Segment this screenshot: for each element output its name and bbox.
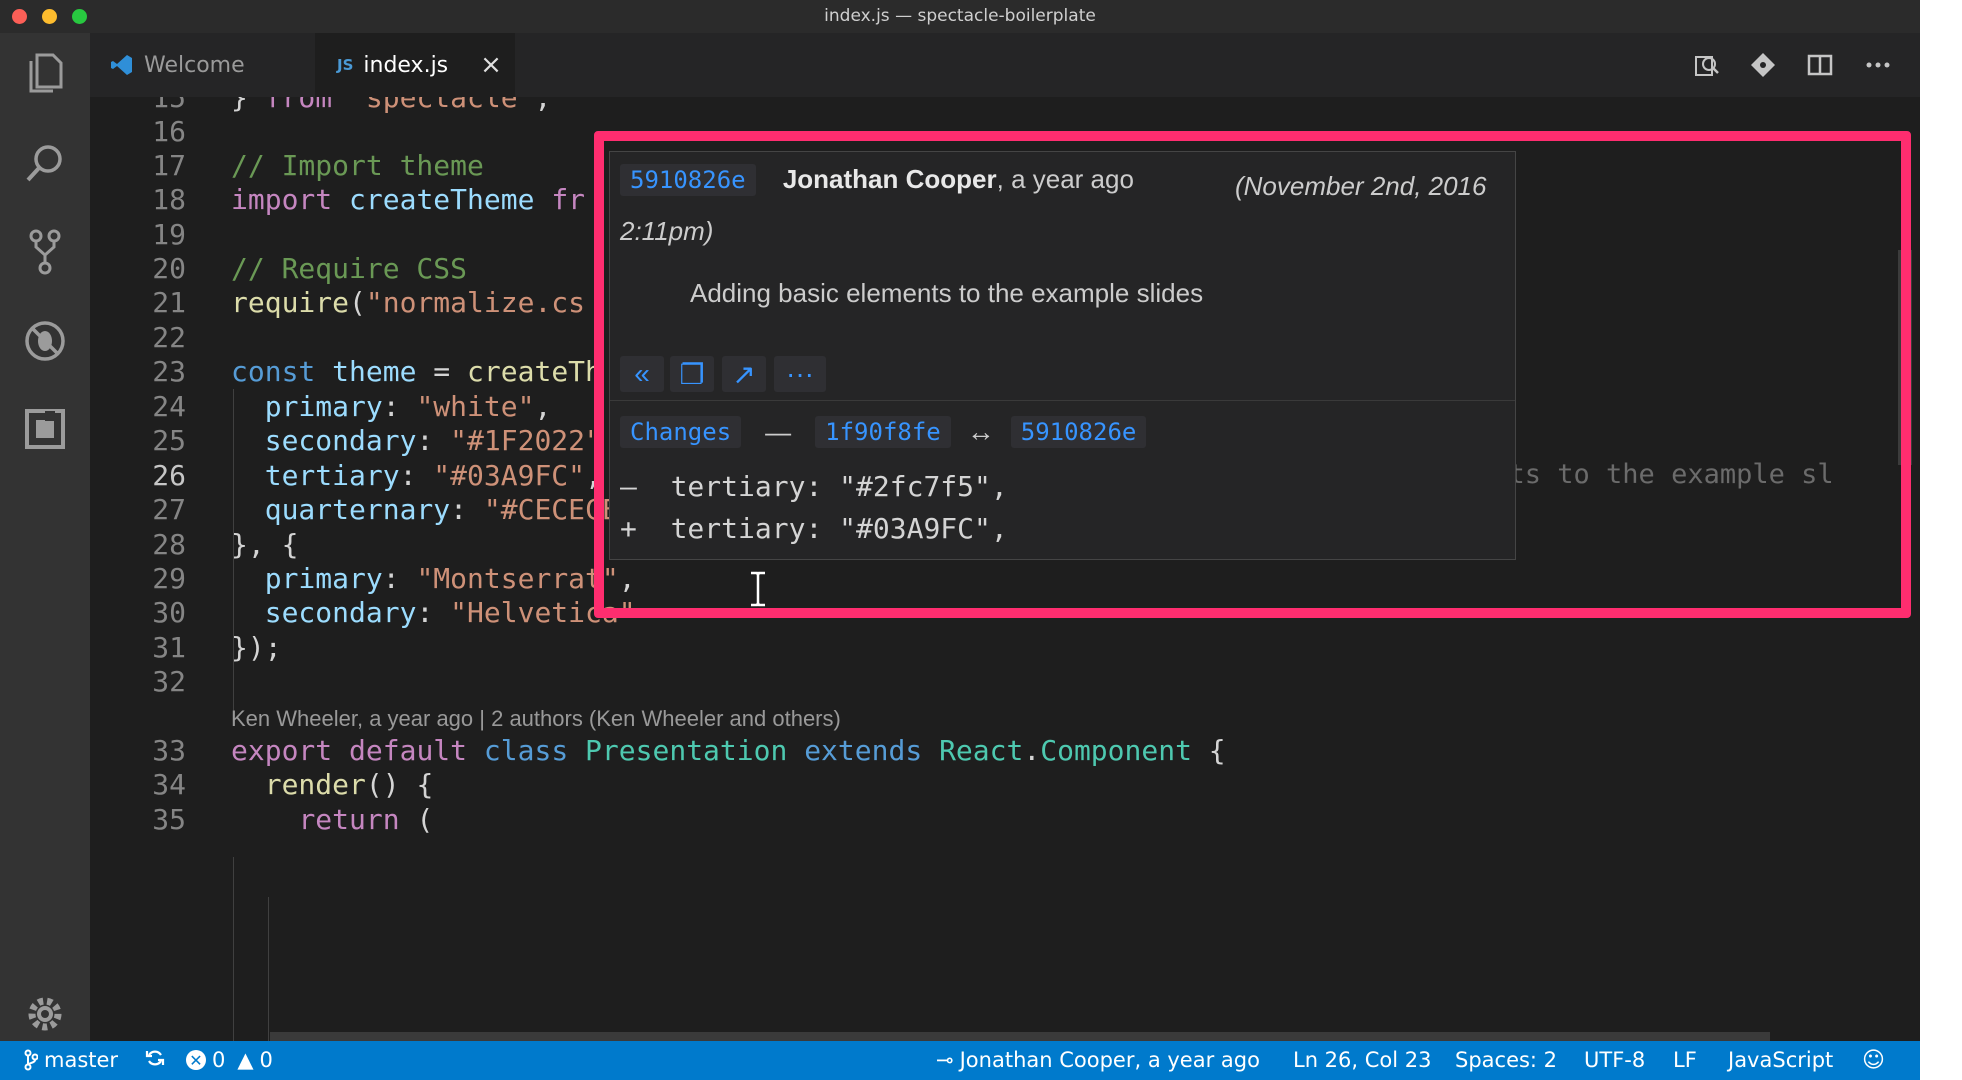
problems-indicator[interactable]: ✕ 0 ▲ 0	[186, 1048, 273, 1072]
js-file-icon: JS	[337, 56, 354, 74]
branch-indicator[interactable]: master	[24, 1048, 118, 1072]
settings-gear-icon[interactable]	[19, 988, 71, 1040]
tab-index-js-label: index.js	[363, 52, 449, 78]
line-number: 18	[152, 183, 186, 216]
editor-tab-bar: Welcome JS index.js ×	[90, 33, 1920, 97]
status-bar: master ✕ 0 ▲ 0 ⊸ Jonathan Cooper, a year…	[0, 1041, 1920, 1080]
open-on-remote-icon[interactable]: ↗	[722, 356, 766, 392]
line-number: 21	[152, 286, 186, 319]
encoding[interactable]: UTF-8	[1584, 1048, 1645, 1072]
line-number: 32	[152, 665, 186, 698]
feedback-smiley-icon[interactable]: ☺	[1862, 1048, 1885, 1073]
mouse-ibeam-cursor	[748, 571, 768, 614]
line-number: 20	[152, 252, 186, 285]
code-line: } from "spectacle";	[231, 97, 552, 114]
line-number: 33	[152, 734, 186, 767]
sync-icon[interactable]	[145, 1048, 165, 1068]
codelens-authors[interactable]: Ken Wheeler, a year ago | 2 authors (Ken…	[231, 706, 841, 732]
code-line: }, {	[231, 528, 299, 561]
line-number: 24	[152, 390, 186, 423]
end-of-line[interactable]: LF	[1673, 1048, 1697, 1072]
line-number: 29	[152, 562, 186, 595]
git-branch-icon	[24, 1049, 38, 1071]
window-title: index.js — spectacle-boilerplate	[824, 6, 1096, 26]
branch-name: master	[44, 1048, 119, 1072]
diff-line-removed: – tertiary: "#2fc7f5",	[620, 470, 1008, 503]
show-commit-details-button[interactable]: «	[620, 356, 664, 392]
code-line: import createTheme fr	[231, 183, 586, 216]
code-line: });	[231, 631, 282, 664]
debug-icon[interactable]	[19, 315, 71, 367]
code-line: export default class Presentation extend…	[231, 734, 1226, 767]
open-changes-link[interactable]: Changes	[620, 416, 742, 448]
line-number: 15	[152, 97, 186, 114]
code-line: quarternary: "#CECECE"	[264, 493, 636, 526]
tab-welcome-label: Welcome	[144, 52, 245, 78]
cursor-position[interactable]: Ln 26, Col 23	[1293, 1048, 1432, 1072]
split-editor-icon[interactable]	[1802, 47, 1838, 83]
indentation[interactable]: Spaces: 2	[1455, 1048, 1557, 1072]
previous-sha-link[interactable]: 1f90f8fe	[815, 416, 951, 448]
tab-close-icon[interactable]: ×	[480, 50, 502, 80]
title-bar: index.js — spectacle-boilerplate	[0, 0, 1920, 33]
commit-message: Adding basic elements to the example sli…	[690, 278, 1204, 308]
more-commit-actions-icon[interactable]: ···	[774, 356, 826, 392]
code-line: secondary: "Helvetica"	[264, 596, 636, 629]
line-number: 25	[152, 424, 186, 457]
line-number: 34	[152, 768, 186, 801]
code-line: const theme = createTh	[231, 355, 602, 388]
line-number: 16	[152, 115, 186, 148]
line-number: 26	[152, 459, 186, 492]
line-number: 23	[152, 355, 186, 388]
search-icon[interactable]	[19, 137, 71, 189]
code-line: // Require CSS	[231, 252, 468, 285]
open-changes-icon[interactable]	[1688, 47, 1724, 83]
blame-hover-card: 5910826e Jonathan Cooper, a year ago (No…	[609, 151, 1516, 560]
code-line: return (	[298, 803, 434, 836]
line-number: 27	[152, 493, 186, 526]
current-sha-link[interactable]: 5910826e	[1010, 416, 1147, 448]
activity-bar	[0, 33, 90, 1041]
code-line: primary: "Montserrat",	[264, 562, 636, 595]
line-number: 31	[152, 631, 186, 664]
status-blame[interactable]: ⊸ Jonathan Cooper, a year ago	[936, 1048, 1260, 1072]
vscode-logo-icon	[110, 53, 134, 77]
git-compare-icon[interactable]	[1745, 47, 1781, 83]
error-count: 0	[212, 1048, 226, 1072]
warning-count: 0	[259, 1048, 273, 1072]
vscode-window: index.js — spectacle-boilerplate Welcome	[0, 0, 1920, 1080]
source-control-icon[interactable]	[19, 226, 71, 278]
code-line: primary: "white",	[264, 390, 552, 423]
explorer-icon[interactable]	[19, 47, 71, 99]
code-line-current: tertiary: "#03A9FC",	[264, 459, 602, 492]
line-number: 28	[152, 528, 186, 561]
line-number: 22	[152, 321, 186, 354]
more-actions-icon[interactable]	[1860, 47, 1896, 83]
vertical-scrollbar[interactable]	[1898, 250, 1912, 465]
code-line: render() {	[264, 768, 434, 801]
diff-line-added: + tertiary: "#03A9FC",	[620, 512, 1008, 545]
code-editor[interactable]: 15 } from "spectacle"; 16 17 // Import t…	[90, 97, 1920, 1041]
error-icon: ✕	[186, 1050, 206, 1070]
commit-date: (November 2nd, 2016 2:11pm)	[620, 171, 1487, 246]
line-number: 17	[152, 149, 186, 182]
compare-arrow-icon: ↔	[966, 416, 995, 447]
code-line: secondary: "#1F2022"	[264, 424, 602, 457]
tab-index-js[interactable]: JS index.js ×	[315, 33, 515, 97]
line-number: 35	[152, 803, 186, 836]
copy-sha-icon[interactable]: ❐	[670, 356, 714, 392]
commit-icon: ⊸	[936, 1048, 954, 1072]
tab-welcome[interactable]: Welcome	[90, 33, 300, 97]
separator-dash: —	[765, 416, 792, 447]
warning-icon: ▲	[237, 1048, 254, 1072]
code-line: // Import theme	[231, 149, 484, 182]
line-number: 30	[152, 596, 186, 629]
language-mode[interactable]: JavaScript	[1728, 1048, 1833, 1072]
extensions-icon[interactable]	[19, 403, 71, 455]
code-line: require("normalize.cs	[231, 286, 586, 319]
line-number: 19	[152, 218, 186, 251]
horizontal-scrollbar[interactable]	[270, 1032, 1770, 1041]
